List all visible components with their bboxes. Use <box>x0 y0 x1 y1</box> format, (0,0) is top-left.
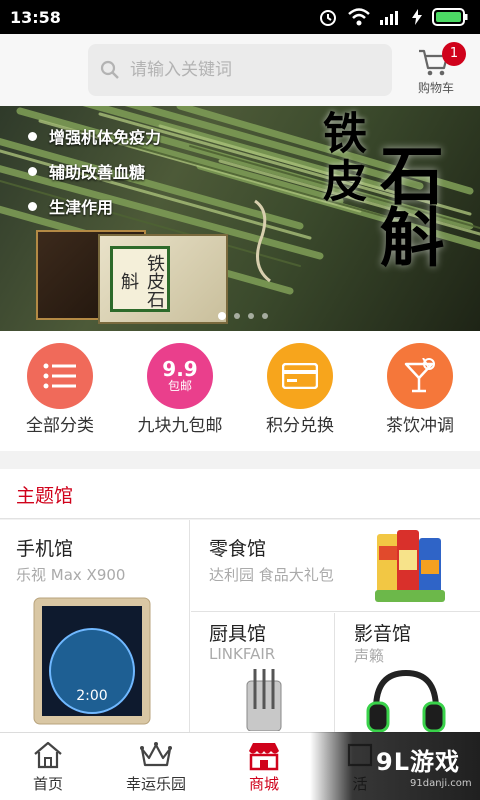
section-title: 主题馆 <box>16 485 74 507</box>
nav-label: 幸运乐园 <box>125 775 186 793</box>
banner-pager <box>218 312 268 320</box>
top-header: 1 购物车 <box>0 34 480 106</box>
banner-bullet: 生津作用 <box>28 194 161 218</box>
status-icons <box>318 7 468 27</box>
category-all[interactable]: 全部分类 <box>0 331 120 451</box>
tile-kitchen[interactable]: 厨具馆 LINKFAIR <box>191 613 335 732</box>
banner-bullet: 增强机体免疫力 <box>28 124 161 148</box>
search-input[interactable] <box>130 60 370 80</box>
tile-title: 零食馆 <box>209 538 267 560</box>
product-box: 铁皮石斛 <box>98 234 228 324</box>
cart-button[interactable]: 1 购物车 <box>408 42 466 98</box>
banner-brand: 铁皮 石斛 <box>308 106 458 331</box>
list-icon <box>27 343 93 409</box>
signal-icon <box>380 11 398 25</box>
category-label: 九块九包邮 <box>137 416 223 436</box>
cart-label: 购物车 <box>417 81 454 95</box>
tile-subtitle: 达利园 食品大礼包 <box>209 566 334 584</box>
tile-title: 厨具馆 <box>209 623 267 645</box>
nav-home[interactable]: 首页 <box>0 733 96 800</box>
nav-lucky-park[interactable]: 幸运乐园 <box>96 733 216 800</box>
tile-title: 影音馆 <box>354 623 412 645</box>
theme-section-header: 主题馆 <box>0 469 480 519</box>
utensil-rack-image <box>246 669 282 731</box>
watermark-logo: 9L游戏 <box>376 748 460 776</box>
promo-banner[interactable]: 增强机体免疫力 辅助改善血糖 生津作用 铁皮石斛 铁皮 石斛 <box>0 106 480 331</box>
tile-title: 手机馆 <box>16 538 74 560</box>
shop-icon <box>249 743 279 771</box>
search-bar[interactable] <box>88 44 392 96</box>
category-label: 积分兑换 <box>266 416 334 436</box>
category-nine-nine[interactable]: 9.9 包邮 九块九包邮 <box>120 331 240 451</box>
category-tea[interactable]: 茶饮冲调 <box>360 331 480 451</box>
tile-subtitle: 声籁 <box>354 647 385 665</box>
home-icon <box>34 741 62 769</box>
banner-bullets: 增强机体免疫力 辅助改善血糖 生津作用 <box>28 124 161 229</box>
banner-bullet: 辅助改善血糖 <box>28 159 161 183</box>
status-time: 13:58 <box>10 7 61 27</box>
nav-shop[interactable]: 商城 <box>216 733 312 800</box>
alarm-icon <box>320 10 336 26</box>
nav-label: 首页 <box>32 775 63 793</box>
svg-text:2:00: 2:00 <box>76 688 107 704</box>
product-box-label: 铁皮石斛 <box>110 246 170 312</box>
banner-brand-line2: 石斛 <box>369 142 444 266</box>
category-row: 全部分类 9.9 包邮 九块九包邮 积分兑换 茶饮冲调 <box>0 331 480 451</box>
status-bar: 13:58 <box>0 0 480 34</box>
pager-dot <box>218 312 226 320</box>
category-label: 茶饮冲调 <box>386 416 454 436</box>
pager-dot <box>248 313 254 319</box>
tile-subtitle: 乐视 Max X900 <box>16 566 126 584</box>
nine-nine-badge-icon: 9.9 包邮 <box>147 343 213 409</box>
wifi-icon <box>348 8 370 26</box>
cart-badge: 1 <box>442 42 466 66</box>
crown-icon <box>140 742 172 767</box>
watermark-url: 91danji.com <box>410 778 472 789</box>
snack-pack-image <box>375 530 445 602</box>
phone-image: 2:00 <box>33 597 151 725</box>
search-icon <box>100 60 119 79</box>
category-label: 全部分类 <box>26 416 94 436</box>
tile-subtitle: LINKFAIR <box>209 645 276 663</box>
theme-grid: 手机馆 乐视 Max X900 2:00 零食馆 达利园 食品大礼包 厨具馆 L… <box>0 520 480 732</box>
card-icon <box>267 343 333 409</box>
watermark: 9L游戏 91danji.com <box>310 732 480 800</box>
tile-audio[interactable]: 影音馆 声籁 <box>336 613 480 732</box>
pager-dot <box>262 313 268 319</box>
nav-label: 商城 <box>248 775 279 793</box>
headset-image <box>366 669 446 732</box>
cocktail-icon <box>387 343 453 409</box>
pager-dot <box>234 313 240 319</box>
tile-snacks[interactable]: 零食馆 达利园 食品大礼包 <box>191 520 480 612</box>
category-points[interactable]: 积分兑换 <box>240 331 360 451</box>
battery-icon <box>432 8 468 26</box>
tile-phone[interactable]: 手机馆 乐视 Max X900 2:00 <box>0 520 190 732</box>
charging-icon <box>412 9 422 25</box>
